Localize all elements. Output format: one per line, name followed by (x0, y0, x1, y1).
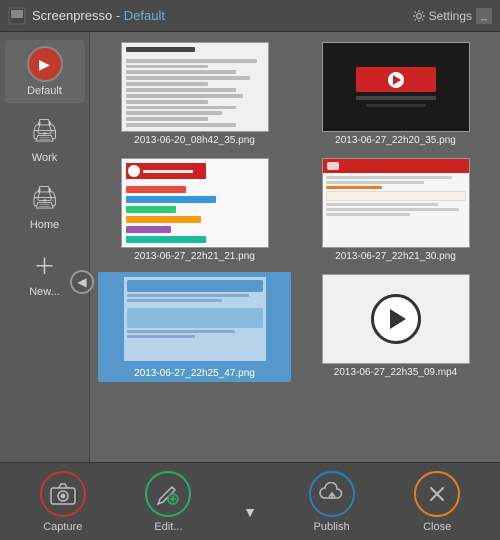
publish-button[interactable]: Publish (299, 465, 365, 539)
dropdown-arrow[interactable]: ▼ (241, 502, 259, 522)
settings-button[interactable]: Settings (412, 9, 472, 23)
thumbnail-image (121, 158, 269, 248)
work-icon: 🖨 (27, 113, 63, 149)
thumbnail-label: 2013-06-27_22h35_09.mp4 (334, 367, 457, 378)
edit-label: Edit... (154, 521, 182, 533)
nav-arrow[interactable]: ◀ (70, 270, 94, 294)
home-icon: 🖨 (27, 180, 63, 216)
camera-icon (50, 483, 76, 505)
play-triangle-icon (390, 309, 406, 329)
close-icon-circle (414, 471, 460, 517)
video-preview (323, 275, 469, 363)
thumbnail-label: 2013-06-27_22h21_21.png (134, 251, 255, 262)
sidebar-label-home: Home (30, 219, 59, 231)
settings-label: Settings (429, 9, 472, 23)
sidebar: Default 🖨 Work 🖨 Home ＋ New... (0, 32, 90, 462)
thumbnail-item[interactable]: 2013-06-27_22h21_21.png (98, 156, 291, 264)
content-area[interactable]: 2013-06-20_08h42_35.png 2013-06 (90, 32, 500, 462)
thumbnail-grid: 2013-06-20_08h42_35.png 2013-06 (98, 40, 492, 382)
edit-icon-circle (145, 471, 191, 517)
edit-button[interactable]: Edit... (135, 465, 201, 539)
title-bar-right: Settings _ (412, 8, 492, 24)
printer-icon-home: 🖨 (31, 185, 59, 211)
thumbnail-label-selected: 2013-06-27_22h25_47.png (131, 367, 258, 380)
sidebar-item-new[interactable]: ＋ New... (5, 241, 85, 304)
thumbnail-item[interactable]: 2013-06-20_08h42_35.png (98, 40, 291, 148)
thumbnail-image (121, 274, 269, 364)
capture-icon-circle (40, 471, 86, 517)
close-button[interactable]: Close (404, 465, 470, 539)
sidebar-label-default: Default (27, 85, 62, 97)
printer-icon-work: 🖨 (31, 118, 59, 144)
thumbnail-label: 2013-06-27_22h20_35.png (335, 135, 456, 146)
app-icon (8, 7, 26, 25)
thumbnail-image (322, 158, 470, 248)
capture-button[interactable]: Capture (30, 465, 96, 539)
thumbnail-image (121, 42, 269, 132)
thumbnail-image (322, 42, 470, 132)
title-separator: - (116, 8, 124, 23)
title-bar: Screenpresso - Default Settings _ (0, 0, 500, 32)
edit-icon (156, 482, 180, 506)
sidebar-item-work[interactable]: 🖨 Work (5, 107, 85, 170)
thumbnail-label: 2013-06-27_22h21_30.png (335, 251, 456, 262)
capture-label: Capture (43, 521, 82, 533)
thumbnail-item[interactable]: 2013-06-27_22h35_09.mp4 (299, 272, 492, 382)
bottom-bar: Capture Edit... ▼ Publish Clo (0, 462, 500, 540)
thumbnail-image (322, 274, 470, 364)
minimize-button[interactable]: _ (476, 8, 492, 24)
publish-icon-circle (309, 471, 355, 517)
plus-icon: ＋ (33, 249, 55, 281)
sidebar-label-new: New... (29, 286, 60, 298)
app-name: Screenpresso (32, 8, 112, 23)
close-label: Close (423, 521, 451, 533)
thumbnail-item-selected[interactable]: 2013-06-27_22h25_47.png (98, 272, 291, 382)
title-bar-left: Screenpresso - Default (8, 7, 165, 25)
x-icon (425, 482, 449, 506)
sidebar-item-home[interactable]: 🖨 Home (5, 174, 85, 237)
sidebar-label-work: Work (32, 152, 57, 164)
upload-cloud-icon (319, 482, 345, 506)
new-icon: ＋ (27, 247, 63, 283)
profile-name: Default (124, 8, 165, 23)
sidebar-item-default[interactable]: Default (5, 40, 85, 103)
main-layout: Default 🖨 Work 🖨 Home ＋ New... ◀ (0, 32, 500, 462)
publish-label: Publish (314, 521, 350, 533)
gear-icon (412, 9, 426, 23)
title-text: Screenpresso - Default (32, 8, 165, 23)
thumbnail-item[interactable]: 2013-06-27_22h21_30.png (299, 156, 492, 264)
default-profile-icon (27, 46, 63, 82)
thumbnail-label: 2013-06-20_08h42_35.png (134, 135, 255, 146)
thumbnail-item[interactable]: 2013-06-27_22h20_35.png (299, 40, 492, 148)
play-button-circle (371, 294, 421, 344)
default-icon-circle (27, 46, 63, 82)
